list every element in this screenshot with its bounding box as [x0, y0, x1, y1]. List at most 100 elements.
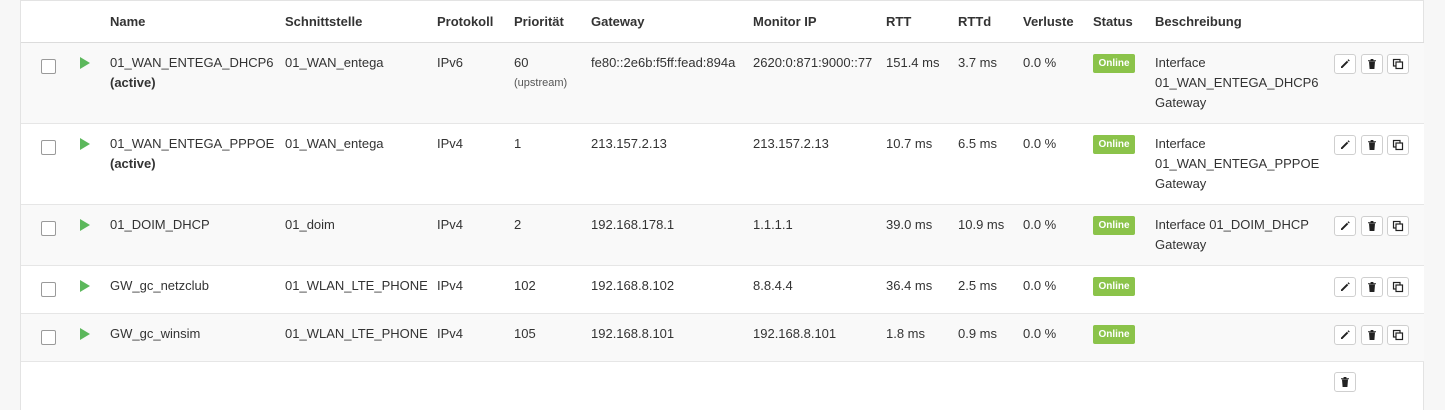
- col-monitor-ip[interactable]: Monitor IP: [753, 12, 817, 32]
- priority-note: (upstream): [514, 77, 568, 89]
- col-interface[interactable]: Schnittstelle: [285, 12, 362, 32]
- col-rtt[interactable]: RTT: [886, 12, 911, 32]
- clone-button[interactable]: [1387, 135, 1409, 155]
- play-icon: [80, 138, 90, 150]
- rttd-value: 10.9 ms: [958, 217, 1005, 232]
- monitor-ip-value: 1.1.1.1: [753, 217, 793, 232]
- interface-value: 01_WLAN_LTE_PHONE: [285, 278, 428, 293]
- clone-button[interactable]: [1387, 277, 1409, 297]
- protocol-value: IPv4: [437, 136, 464, 151]
- status-badge: Online: [1093, 54, 1135, 73]
- rtt-value: 36.4 ms: [886, 278, 933, 293]
- rtt-value: 151.4 ms: [886, 55, 940, 70]
- loss-value: 0.0 %: [1023, 278, 1057, 293]
- loss-value: 0.0 %: [1023, 55, 1057, 70]
- monitor-ip-value: 213.157.2.13: [753, 136, 829, 151]
- trash-icon: [1366, 329, 1378, 341]
- priority-value: 105: [514, 326, 536, 341]
- col-gateway[interactable]: Gateway: [591, 12, 644, 32]
- pencil-icon: [1339, 281, 1351, 293]
- rttd-value: 6.5 ms: [958, 136, 998, 151]
- protocol-value: IPv4: [437, 326, 464, 341]
- clone-button[interactable]: [1387, 54, 1409, 74]
- row-select-checkbox[interactable]: [41, 282, 56, 297]
- priority-value: 60: [514, 55, 529, 70]
- description-line: 01_WAN_ENTEGA_DHCP6: [1155, 75, 1319, 90]
- edit-button[interactable]: [1334, 54, 1356, 74]
- col-name[interactable]: Name: [110, 12, 145, 32]
- rttd-value: 2.5 ms: [958, 278, 998, 293]
- col-description[interactable]: Beschreibung: [1155, 12, 1242, 32]
- table-row[interactable]: GW_gc_winsim 01_WLAN_LTE_PHONE IPv4 105 192.…: [21, 314, 1424, 362]
- row-select-checkbox[interactable]: [41, 59, 56, 74]
- copy-icon: [1392, 329, 1404, 341]
- gateway-name: 01_WAN_ENTEGA_PPPOE: [110, 136, 275, 151]
- gateway-name: GW_gc_netzclub: [110, 278, 209, 293]
- interface-value: 01_WAN_entega: [285, 136, 384, 151]
- table-row[interactable]: 01_DOIM_DHCP 01_doim IPv4 2 192.168.178.1 1.1…: [21, 205, 1424, 266]
- gateway-name: 01_WAN_ENTEGA_DHCP6: [110, 55, 274, 70]
- row-select-checkbox[interactable]: [41, 140, 56, 155]
- col-loss[interactable]: Verluste: [1023, 12, 1074, 32]
- gateway-address: 192.168.8.102: [591, 278, 675, 293]
- description-line: Gateway: [1155, 237, 1207, 252]
- interface-value: 01_WLAN_LTE_PHONE: [285, 326, 428, 341]
- description-line: Interface 01_DOIM_DHCP: [1155, 217, 1309, 232]
- priority-value: 102: [514, 278, 536, 293]
- gateway-address: 213.157.2.13: [591, 136, 667, 151]
- delete-selected-button[interactable]: [1334, 372, 1356, 392]
- description-line: Interface: [1155, 136, 1206, 151]
- delete-button[interactable]: [1361, 216, 1383, 236]
- rtt-value: 1.8 ms: [886, 326, 926, 341]
- description-line: Gateway: [1155, 95, 1207, 110]
- active-label: (active): [110, 75, 156, 90]
- trash-icon: [1366, 139, 1378, 151]
- loss-value: 0.0 %: [1023, 326, 1057, 341]
- play-icon: [80, 280, 90, 292]
- gateway-address: fe80::2e6b:f5ff:fead:894a: [591, 55, 736, 70]
- protocol-value: IPv4: [437, 217, 464, 232]
- delete-button[interactable]: [1361, 325, 1383, 345]
- copy-icon: [1392, 220, 1404, 232]
- loss-value: 0.0 %: [1023, 136, 1057, 151]
- interface-value: 01_doim: [285, 217, 335, 232]
- monitor-ip-value: 8.8.4.4: [753, 278, 793, 293]
- row-select-checkbox[interactable]: [41, 221, 56, 236]
- table-row[interactable]: GW_gc_netzclub 01_WLAN_LTE_PHONE IPv4 102 19…: [21, 266, 1424, 314]
- trash-icon: [1339, 376, 1351, 388]
- gateway-name: 01_DOIM_DHCP: [110, 217, 210, 232]
- clone-button[interactable]: [1387, 216, 1409, 236]
- clone-button[interactable]: [1387, 325, 1409, 345]
- table-row[interactable]: 01_WAN_ENTEGA_PPPOE (active) 01_WAN_entega…: [21, 124, 1424, 205]
- copy-icon: [1392, 139, 1404, 151]
- protocol-value: IPv6: [437, 55, 464, 70]
- edit-button[interactable]: [1334, 325, 1356, 345]
- col-rttd[interactable]: RTTd: [958, 12, 991, 32]
- protocol-value: IPv4: [437, 278, 464, 293]
- active-label: (active): [110, 156, 156, 171]
- priority-value: 2: [514, 217, 522, 232]
- col-priority[interactable]: Priorität: [514, 12, 564, 32]
- row-select-checkbox[interactable]: [41, 330, 56, 345]
- trash-icon: [1366, 220, 1378, 232]
- status-badge: Online: [1093, 277, 1135, 296]
- rttd-value: 3.7 ms: [958, 55, 998, 70]
- delete-button[interactable]: [1361, 277, 1383, 297]
- edit-button[interactable]: [1334, 216, 1356, 236]
- trash-icon: [1366, 58, 1378, 70]
- col-status[interactable]: Status: [1093, 12, 1133, 32]
- rtt-value: 39.0 ms: [886, 217, 933, 232]
- delete-button[interactable]: [1361, 135, 1383, 155]
- pencil-icon: [1339, 220, 1351, 232]
- play-icon: [80, 328, 90, 340]
- copy-icon: [1392, 58, 1404, 70]
- rtt-value: 10.7 ms: [886, 136, 933, 151]
- delete-button[interactable]: [1361, 54, 1383, 74]
- rttd-value: 0.9 ms: [958, 326, 998, 341]
- description-line: Gateway: [1155, 176, 1207, 191]
- edit-button[interactable]: [1334, 277, 1356, 297]
- edit-button[interactable]: [1334, 135, 1356, 155]
- table-row[interactable]: 01_WAN_ENTEGA_DHCP6 (active) 01_WAN_entega…: [21, 43, 1424, 124]
- gateway-address: 192.168.178.1: [591, 217, 675, 232]
- col-protocol[interactable]: Protokoll: [437, 12, 493, 32]
